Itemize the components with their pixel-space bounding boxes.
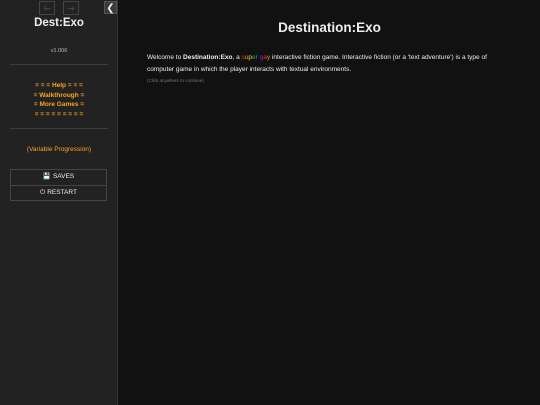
floppy-disk-icon: 💾 — [42, 173, 51, 180]
app-window: 🡠 🡢 ❮ Dest:Exo v1.006 = = = Help = = = =… — [0, 0, 540, 405]
sidebar: 🡠 🡢 ❮ Dest:Exo v1.006 = = = Help = = = =… — [0, 0, 118, 405]
passage-title: Destination:Exo — [278, 20, 381, 35]
restart-label: RESTART — [47, 188, 77, 196]
story-menu: = = = Help = = = = Walkthrough = = More … — [0, 81, 118, 119]
restart-button[interactable]: ⏻ RESTART — [11, 184, 106, 201]
arrow-right-icon: 🡢 — [67, 3, 75, 13]
walkthrough-link[interactable]: = Walkthrough = — [0, 91, 118, 101]
chevron-left-icon: ❮ — [106, 3, 115, 14]
core-menu: 💾 SAVES ⏻ RESTART — [10, 169, 107, 201]
intro-mid: , a — [232, 54, 242, 61]
history-back-button[interactable]: 🡠 — [39, 1, 55, 15]
divider — [10, 128, 108, 129]
arrow-left-icon: 🡠 — [43, 3, 51, 13]
help-link[interactable]: = = = Help = = = — [0, 81, 118, 91]
separator-line: = = = = = = = = = — [34, 110, 84, 118]
saves-button[interactable]: 💾 SAVES — [11, 170, 106, 185]
more-games-link[interactable]: = More Games = — [0, 100, 118, 110]
rainbow-text: super gay — [242, 54, 271, 61]
game-name: Destination:Exo — [183, 54, 233, 61]
story-version: v1.006 — [50, 48, 68, 54]
story-title: Dest:Exo — [34, 17, 84, 29]
passage-text: Welcome to Destination:Exo, a super gay … — [147, 52, 507, 76]
sidebar-stow-button[interactable]: ❮ — [104, 1, 117, 14]
variable-progression-link[interactable]: (Variable Progression) — [0, 146, 118, 153]
saves-label: SAVES — [52, 173, 75, 180]
power-icon: ⏻ — [40, 188, 46, 196]
divider — [10, 64, 108, 65]
continue-hint: (Click anywhere to continue) — [147, 78, 204, 83]
history-forward-button[interactable]: 🡢 — [63, 1, 79, 15]
intro-before: Welcome to — [147, 54, 184, 61]
passage-area[interactable]: Destination:Exo Welcome to Destination:E… — [119, 0, 540, 405]
